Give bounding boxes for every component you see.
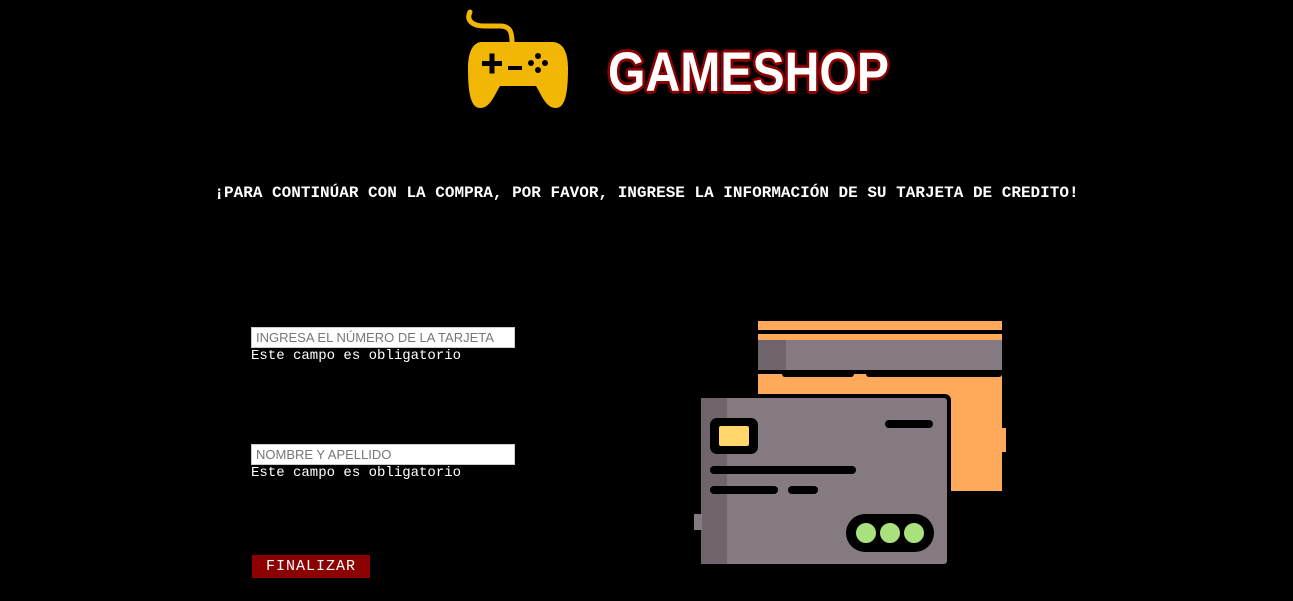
full-name-error: Este campo es obligatorio [251, 465, 462, 481]
page-headline: ¡PARA CONTINÚAR CON LA COMPRA, POR FAVOR… [214, 184, 1079, 202]
gamepad-icon [466, 9, 568, 108]
full-name-input[interactable] [251, 444, 515, 465]
card-number-group: Este campo es obligatorio [251, 327, 521, 365]
full-name-group: Este campo es obligatorio [251, 444, 521, 482]
card-number-error: Este campo es obligatorio [251, 348, 462, 364]
finalizar-button[interactable]: FINALIZAR [252, 555, 370, 578]
credit-cards-icon [694, 321, 1006, 568]
brand-name: GAMESHOP [608, 40, 889, 103]
header: GAMESHOP [462, 6, 889, 116]
card-number-input[interactable] [251, 327, 515, 348]
